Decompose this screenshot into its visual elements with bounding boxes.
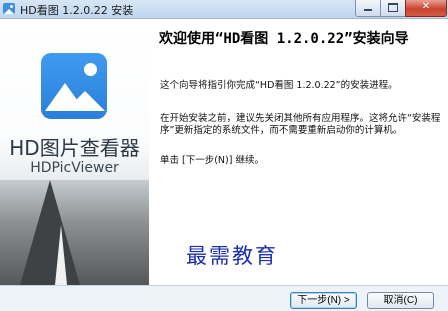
maximize-button[interactable] [380,0,406,17]
banner-subtitle: HDPicViewer [30,160,119,176]
cancel-button[interactable]: 取消(C) [367,292,434,309]
app-icon [3,3,15,14]
minimize-button[interactable] [355,0,381,17]
continue-instruction: 单击 [下一步(N)] 继续。 [160,155,264,166]
intro-paragraph: 这个向导将指引你完成“HD看图 1.2.0.22”的安装进程。 [160,80,398,91]
close-icon: ✕ [421,1,431,12]
banner-title: HD图片查看器 [9,136,140,160]
watermark-text: 最需教育 [186,244,278,268]
close-button[interactable]: ✕ [405,0,447,17]
image-viewer-logo-icon [41,53,107,119]
button-bar: 下一步(N) > 取消(C) [0,285,448,311]
banner-road [20,180,80,285]
title-bar: HD看图 1.2.0.22 安装 ✕ [0,0,448,19]
maximize-icon [388,3,398,12]
window-title: HD看图 1.2.0.22 安装 [20,4,134,17]
minimize-icon [364,9,372,11]
next-button[interactable]: 下一步(N) > [290,292,357,309]
close-apps-paragraph: 在开始安装之前，建议先关闭其他所有应用程序。这将允许“安装程序”更新指定的系统文… [160,113,441,136]
banner-road-line [55,225,67,285]
installer-banner: HD图片查看器 HDPicViewer [0,19,149,285]
welcome-heading: 欢迎使用“HD看图 1.2.0.22”安装向导 [159,31,409,47]
